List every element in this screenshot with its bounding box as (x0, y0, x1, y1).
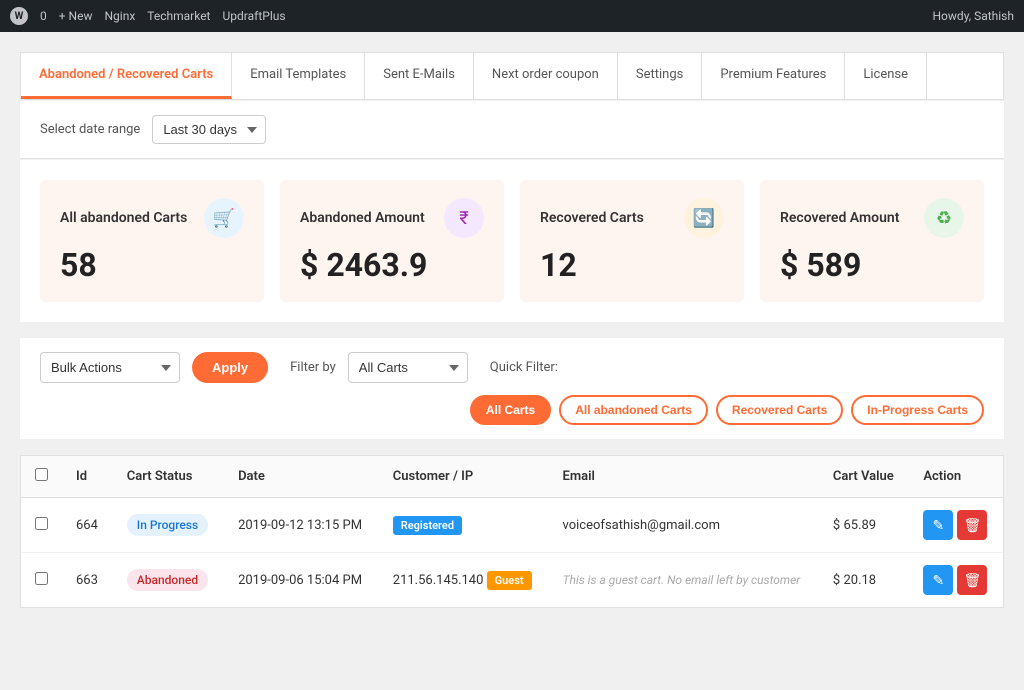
col-email: Email (549, 456, 819, 498)
row-action-663: ✎ 🗑 (909, 553, 1003, 608)
plugin-tabs: Abandoned / Recovered Carts Email Templa… (20, 52, 1004, 100)
admin-bar-new[interactable]: + New (59, 9, 93, 23)
col-date: Date (224, 456, 379, 498)
stat-card-title-amount: Abandoned Amount (300, 210, 425, 226)
tab-email-templates[interactable]: Email Templates (232, 53, 365, 99)
row-select-663[interactable] (35, 572, 48, 585)
customer-badge-664: Registered (393, 516, 462, 535)
table-header-row: Id Cart Status Date Customer / IP Email … (21, 456, 1003, 498)
tab-premium-features[interactable]: Premium Features (702, 53, 845, 99)
qf-all-carts[interactable]: All Carts (470, 395, 551, 425)
data-table-section: Id Cart Status Date Customer / IP Email … (20, 455, 1004, 608)
admin-bar-right: Howdy, Sathish (933, 9, 1015, 23)
admin-bar-updraftplus[interactable]: UpdraftPlus (223, 9, 286, 23)
row-id-663: 663 (62, 553, 113, 608)
customer-ip-663: 211.56.145.140 (393, 573, 484, 588)
col-id: Id (62, 456, 113, 498)
stat-card-header-amount: Abandoned Amount ₹ (300, 198, 484, 238)
tab-abandoned-recovered[interactable]: Abandoned / Recovered Carts (21, 53, 232, 99)
admin-bar: W 0 + New Nginx Techmarket UpdraftPlus H… (0, 0, 1024, 32)
tab-license[interactable]: License (845, 53, 927, 99)
date-range-label: Select date range (40, 122, 140, 137)
row-checkbox-664 (21, 498, 62, 553)
stat-card-recovered-amount: Recovered Amount ♻ $ 589 (760, 180, 984, 302)
filter-by-select[interactable]: All Carts Abandoned Recovered In Progres… (348, 352, 468, 383)
delete-button-664[interactable]: 🗑 (957, 510, 987, 540)
refresh-icon: 🔄 (684, 198, 724, 238)
stat-card-recovered-carts: Recovered Carts 🔄 12 (520, 180, 744, 302)
admin-bar-howdy: Howdy, Sathish (933, 9, 1015, 23)
row-cartvalue-664: $ 65.89 (819, 498, 909, 553)
stat-card-all-abandoned: All abandoned Carts 🛒 58 (40, 180, 264, 302)
col-cart-value: Cart Value (819, 456, 909, 498)
filter-bar: Bulk Actions Delete Selected Apply Filte… (20, 338, 1004, 439)
row-status-664: In Progress (113, 498, 224, 553)
stat-card-header-abandoned: All abandoned Carts 🛒 (60, 198, 244, 238)
admin-bar-left: W 0 + New Nginx Techmarket UpdraftPlus (10, 7, 286, 25)
guest-email-note-663: This is a guest cart. No email left by c… (563, 573, 801, 587)
col-customer-ip: Customer / IP (379, 456, 549, 498)
stat-card-header-recovered-amount: Recovered Amount ♻ (780, 198, 964, 238)
row-cartvalue-663: $ 20.18 (819, 553, 909, 608)
quick-filter-buttons: All Carts All abandoned Carts Recovered … (470, 395, 984, 425)
tab-sent-emails[interactable]: Sent E-Mails (365, 53, 474, 99)
admin-bar-zero[interactable]: 0 (40, 9, 47, 23)
tab-settings[interactable]: Settings (618, 53, 702, 99)
wp-logo: W (10, 7, 28, 25)
rupee-icon: ₹ (444, 198, 484, 238)
stat-card-value-abandoned: 58 (60, 246, 244, 284)
action-buttons-663: ✎ 🗑 (923, 565, 989, 595)
qf-inprogress-carts[interactable]: In-Progress Carts (851, 395, 984, 425)
view-button-664[interactable]: ✎ (923, 510, 953, 540)
filter-by-label: Filter by (290, 360, 336, 375)
admin-bar-techmarket[interactable]: Techmarket (147, 9, 210, 23)
quick-filter-label: Quick Filter: (490, 360, 558, 375)
date-range-select[interactable]: Last 30 days Last 7 days Last 90 days Th… (152, 115, 266, 144)
customer-badge-663: Guest (487, 571, 532, 590)
status-badge-664: In Progress (127, 514, 208, 536)
stat-card-abandoned-amount: Abandoned Amount ₹ $ 2463.9 (280, 180, 504, 302)
tab-next-order-coupon[interactable]: Next order coupon (474, 53, 618, 99)
view-button-663[interactable]: ✎ (923, 565, 953, 595)
col-action: Action (909, 456, 1003, 498)
row-status-663: Abandoned (113, 553, 224, 608)
col-cart-status: Cart Status (113, 456, 224, 498)
stat-card-header-recovered: Recovered Carts 🔄 (540, 198, 724, 238)
bulk-actions-select[interactable]: Bulk Actions Delete Selected (40, 352, 180, 383)
row-customer-664: Registered (379, 498, 549, 553)
row-email-663: This is a guest cart. No email left by c… (549, 553, 819, 608)
stat-card-value-amount: $ 2463.9 (300, 246, 484, 284)
row-select-664[interactable] (35, 517, 48, 530)
recycle-icon: ♻ (924, 198, 964, 238)
date-range-bar: Select date range Last 30 days Last 7 da… (20, 101, 1004, 159)
data-table: Id Cart Status Date Customer / IP Email … (21, 456, 1003, 607)
qf-all-abandoned[interactable]: All abandoned Carts (559, 395, 708, 425)
select-all-checkbox[interactable] (35, 468, 48, 481)
row-checkbox-663 (21, 553, 62, 608)
row-customer-663: 211.56.145.140 Guest (379, 553, 549, 608)
table-row: 664 In Progress 2019-09-12 13:15 PM Regi… (21, 498, 1003, 553)
apply-button[interactable]: Apply (192, 352, 268, 383)
row-action-664: ✎ 🗑 (909, 498, 1003, 553)
cart-icon: 🛒 (204, 198, 244, 238)
col-checkbox (21, 456, 62, 498)
stat-card-title-abandoned: All abandoned Carts (60, 210, 187, 226)
qf-recovered-carts[interactable]: Recovered Carts (716, 395, 843, 425)
table-row: 663 Abandoned 2019-09-06 15:04 PM 211.56… (21, 553, 1003, 608)
stats-section: All abandoned Carts 🛒 58 Abandoned Amoun… (20, 160, 1004, 322)
stat-card-value-recovered-amount: $ 589 (780, 246, 964, 284)
row-id-664: 664 (62, 498, 113, 553)
admin-bar-nginx[interactable]: Nginx (104, 9, 135, 23)
stat-card-title-recovered: Recovered Carts (540, 210, 644, 226)
stat-card-title-recovered-amount: Recovered Amount (780, 210, 899, 226)
row-email-664: voiceofsathish@gmail.com (549, 498, 819, 553)
action-buttons-664: ✎ 🗑 (923, 510, 989, 540)
stat-card-value-recovered: 12 (540, 246, 724, 284)
row-date-664: 2019-09-12 13:15 PM (224, 498, 379, 553)
delete-button-663[interactable]: 🗑 (957, 565, 987, 595)
status-badge-663: Abandoned (127, 569, 208, 591)
row-date-663: 2019-09-06 15:04 PM (224, 553, 379, 608)
